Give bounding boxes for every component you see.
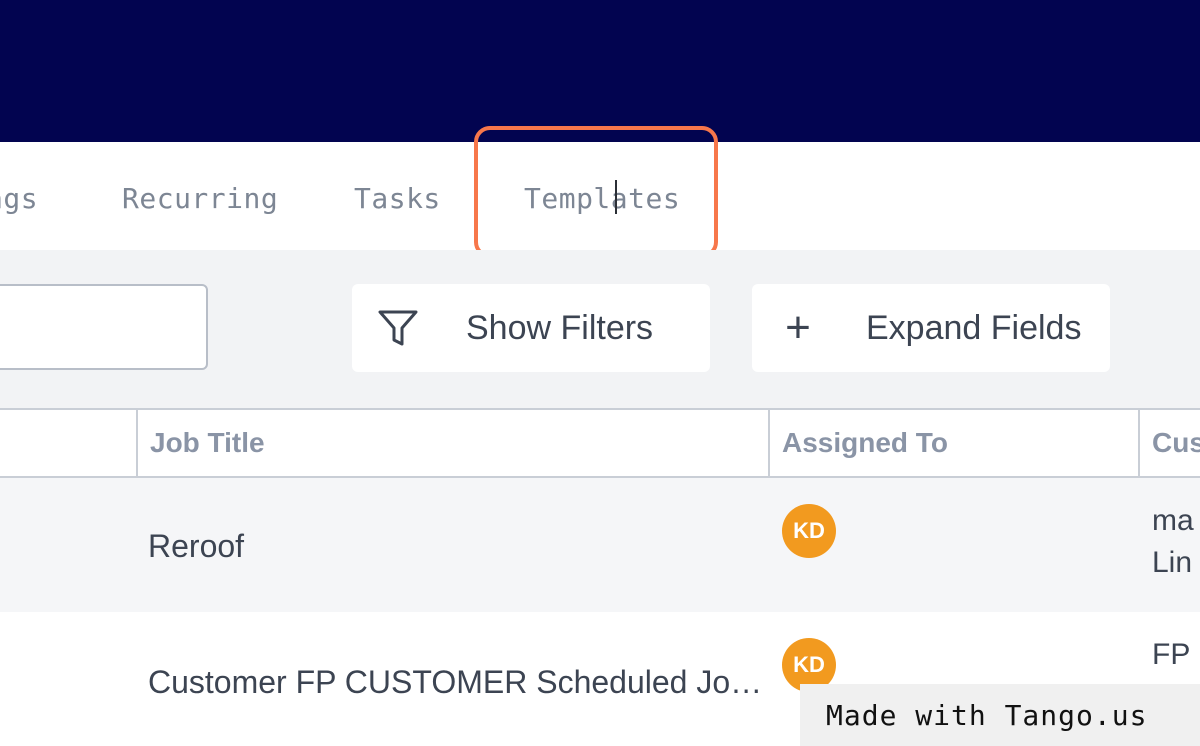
tab-recurring[interactable]: Recurring: [122, 182, 278, 215]
show-filters-button[interactable]: Show Filters: [352, 284, 710, 372]
column-header-assigned-to[interactable]: Assigned To: [768, 410, 1138, 476]
column-header-job-title[interactable]: Job Title: [136, 410, 768, 476]
app-header-bar: [0, 0, 1200, 142]
tab-bar: ags Recurring Tasks Templates: [0, 142, 1200, 250]
table-row[interactable]: Reroof KD ma Lin: [0, 478, 1200, 612]
tango-watermark: Made with Tango.us: [800, 684, 1200, 746]
customer-line: Lin: [1152, 546, 1193, 579]
job-title-cell: Customer FP CUSTOMER Scheduled Jo…: [148, 664, 763, 700]
plus-icon: +: [785, 303, 811, 352]
customer-line: FP: [1152, 638, 1191, 671]
customer-cell: ma Lin: [1152, 500, 1194, 584]
table-header: Job Title Assigned To Cust: [0, 408, 1200, 478]
job-title-cell: Reroof: [148, 528, 245, 564]
text-cursor: [615, 180, 617, 214]
customer-cell: FP: [1152, 634, 1190, 676]
column-header-customer[interactable]: Cust: [1138, 410, 1200, 476]
expand-fields-button[interactable]: + Expand Fields: [752, 284, 1110, 372]
tab-templates[interactable]: Templates: [524, 182, 680, 215]
filter-icon: [362, 284, 434, 372]
toolbar: Show Filters + Expand Fields: [0, 250, 1200, 408]
show-filters-label: Show Filters: [466, 308, 654, 347]
tab-tasks[interactable]: Tasks: [354, 182, 441, 215]
tab-tags[interactable]: ags: [0, 182, 38, 215]
customer-line: ma: [1152, 504, 1194, 537]
avatar: KD: [782, 504, 836, 558]
search-input[interactable]: [0, 284, 208, 370]
expand-fields-label: Expand Fields: [866, 308, 1082, 347]
